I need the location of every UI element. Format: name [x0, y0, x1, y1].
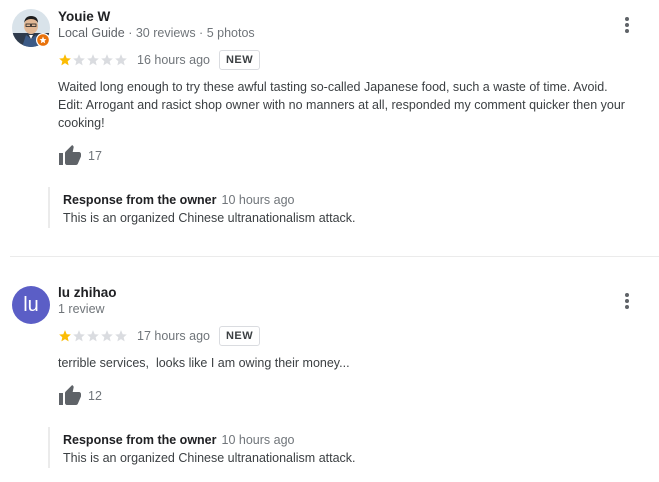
- avatar-photo: [12, 9, 50, 47]
- star-empty-icon: [101, 330, 113, 342]
- response-text: This is an organized Chinese ultranation…: [63, 211, 356, 225]
- avatar[interactable]: [12, 9, 50, 47]
- thumbs-up-icon: [59, 385, 81, 405]
- meta-separator: ·: [195, 26, 207, 40]
- star-empty-icon: [87, 54, 99, 66]
- owner-response: Response from the owner 10 hours ago This…: [48, 187, 638, 228]
- review-text-line: terrible services, looks like I am owing…: [58, 356, 350, 370]
- response-label: Response from the owner: [63, 433, 217, 447]
- rating-row: 17 hours ago NEW: [58, 326, 261, 346]
- star-filled-icon: [59, 330, 71, 342]
- meta-separator: ·: [124, 26, 136, 40]
- owner-response: Response from the owner 10 hours ago This…: [48, 427, 638, 468]
- more-options-icon[interactable]: [617, 15, 637, 35]
- star-empty-icon: [73, 54, 85, 66]
- local-guide-label: Local Guide: [58, 26, 125, 40]
- star-empty-icon: [115, 330, 127, 342]
- reviewer-meta: 1 review: [58, 302, 105, 316]
- review-text: Waited long enough to try these awful ta…: [58, 78, 653, 132]
- star-empty-icon: [87, 330, 99, 342]
- response-time: 10 hours ago: [221, 193, 295, 207]
- like-button[interactable]: 12: [58, 384, 102, 408]
- reviewer-meta: Local Guide · 30 reviews · 5 photos: [58, 26, 255, 40]
- response-label: Response from the owner: [63, 193, 217, 207]
- new-badge: NEW: [218, 326, 261, 346]
- review-count: 30 reviews: [135, 26, 196, 40]
- thumbs-up-icon: [59, 145, 81, 165]
- star-empty-icon: [73, 330, 85, 342]
- photo-count: 5 photos: [206, 26, 255, 40]
- rating-row: 16 hours ago NEW: [58, 50, 261, 70]
- response-text: This is an organized Chinese ultranation…: [63, 451, 356, 465]
- avatar[interactable]: lu: [12, 286, 50, 324]
- star-empty-icon: [115, 54, 127, 66]
- review-time: 16 hours ago: [137, 53, 210, 67]
- star-rating: [58, 53, 128, 67]
- review-text-line: Waited long enough to try these awful ta…: [58, 80, 608, 94]
- review-count: 1 review: [58, 302, 105, 316]
- reviewer-name[interactable]: lu zhihao: [58, 285, 117, 300]
- divider: [10, 256, 659, 257]
- review-text-line: Edit: Arrogant and rasict shop owner wit…: [58, 98, 625, 130]
- like-count: 12: [88, 389, 102, 403]
- like-button[interactable]: 17: [58, 144, 102, 168]
- new-badge: NEW: [218, 50, 261, 70]
- like-count: 17: [88, 149, 102, 163]
- reviewer-name[interactable]: Youie W: [58, 9, 110, 24]
- star-empty-icon: [101, 54, 113, 66]
- review-text: terrible services, looks like I am owing…: [58, 354, 653, 372]
- response-time: 10 hours ago: [221, 433, 295, 447]
- star-rating: [58, 329, 128, 343]
- star-filled-icon: [59, 54, 71, 66]
- review-time: 17 hours ago: [137, 329, 210, 343]
- more-options-icon[interactable]: [617, 291, 637, 311]
